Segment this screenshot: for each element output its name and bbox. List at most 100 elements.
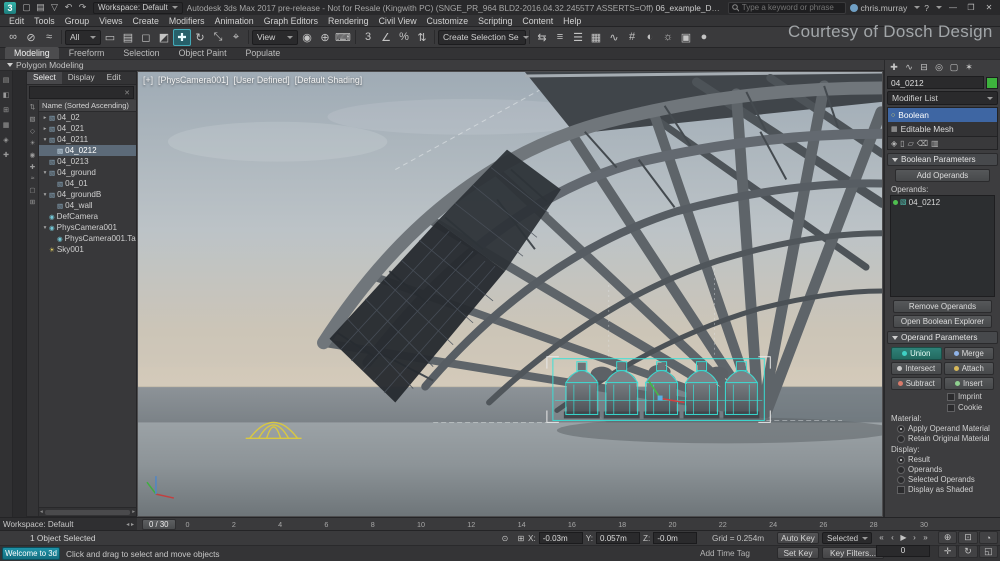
minimize-button[interactable]: — <box>946 3 960 12</box>
radio-icon[interactable] <box>897 425 905 433</box>
selection-lock-toggle-icon[interactable]: ⊙ <box>498 532 512 544</box>
key-filters-button[interactable]: Key Filters... <box>822 547 884 559</box>
bind-to-space-warp-icon[interactable]: ≈ <box>40 29 58 46</box>
radio-icon[interactable] <box>897 476 905 484</box>
save-icon[interactable]: ▽ <box>48 2 61 13</box>
object-name-field[interactable] <box>887 76 984 89</box>
scene-explorer-tab[interactable]: Edit <box>101 72 127 84</box>
open-boolean-explorer-button[interactable]: Open Boolean Explorer <box>893 315 992 328</box>
unlink-selection-icon[interactable]: ⊘ <box>22 29 40 46</box>
ribbon-tab[interactable]: Object Paint <box>170 47 236 59</box>
use-pivot-center-icon[interactable]: ◉ <box>298 29 316 46</box>
ribbon-panel-header[interactable]: Polygon Modeling <box>0 60 1000 71</box>
restore-button[interactable]: ❐ <box>964 3 978 12</box>
curve-editor-icon[interactable]: ∿ <box>605 29 623 46</box>
object-color-swatch[interactable] <box>986 77 998 89</box>
select-object-icon[interactable]: ▭ <box>101 29 119 46</box>
workspace-dropdown[interactable]: Workspace: Default <box>93 2 183 14</box>
go-to-start-icon[interactable]: « <box>876 531 887 544</box>
motion-tab-icon[interactable]: ◎ <box>932 62 946 73</box>
viewport-pov-menu[interactable]: [PhysCamera001] <box>158 75 228 85</box>
modify-tab-icon[interactable]: ∿ <box>902 62 916 73</box>
z-coordinate-field[interactable] <box>653 532 697 544</box>
modifier-list-dropdown[interactable]: Modifier List <box>887 91 998 105</box>
new-file-icon[interactable]: ▢ <box>20 2 33 13</box>
selection-filter-dropdown[interactable]: All <box>65 30 101 45</box>
rollout-boolean-parameters[interactable]: Boolean Parameters <box>887 153 998 166</box>
operand-mode-button[interactable]: Union <box>891 347 942 360</box>
scroll-left-icon[interactable]: ◂ <box>40 509 43 515</box>
se-display-groups-icon[interactable]: ▢ <box>29 186 35 194</box>
scene-explorer-search[interactable]: ✕ <box>29 86 134 99</box>
select-by-name-icon[interactable]: ▤ <box>119 29 137 46</box>
previous-frame-icon[interactable]: ‹ <box>887 531 898 544</box>
close-button[interactable]: ✕ <box>982 3 996 12</box>
scrollbar-thumb[interactable] <box>45 510 130 515</box>
scene-explorer-row[interactable]: ◉ PhysCamera001.Target <box>39 233 136 244</box>
zoom-extents-icon[interactable]: ⊡ <box>958 531 977 544</box>
scene-explorer-tab[interactable]: Select <box>27 72 62 84</box>
render-production-icon[interactable]: ● <box>695 29 713 46</box>
select-and-manipulate-icon[interactable]: ⊕ <box>316 29 334 46</box>
zoom-icon[interactable]: ⊕ <box>938 531 957 544</box>
remove-operands-button[interactable]: Remove Operands <box>893 300 992 313</box>
scroll-right-icon[interactable]: ▸ <box>132 509 135 515</box>
make-unique-icon[interactable]: ▱ <box>908 139 914 148</box>
display-as-shaded-checkbox[interactable] <box>897 486 905 494</box>
rendered-frame-icon[interactable]: ▣ <box>677 29 695 46</box>
display-as-shaded-option[interactable]: Display as Shaded <box>897 485 998 494</box>
schematic-view-icon[interactable]: # <box>623 29 641 46</box>
undo-icon[interactable]: ↶ <box>62 2 75 13</box>
expander-icon[interactable]: ▾ <box>41 225 49 231</box>
ribbon-toggle-icon[interactable]: ▦ <box>587 29 605 46</box>
imprint-option[interactable]: Imprint <box>947 392 994 401</box>
scene-explorer-search-input[interactable] <box>33 88 124 97</box>
radio-icon[interactable] <box>897 466 905 474</box>
remove-modifier-icon[interactable]: ⌫ <box>917 139 928 148</box>
material-option[interactable]: Retain Original Material <box>897 434 998 443</box>
set-key-button[interactable]: Set Key <box>777 547 819 559</box>
orbit-icon[interactable]: ↻ <box>958 545 977 558</box>
radio-icon[interactable] <box>897 456 905 464</box>
se-display-cameras-icon[interactable]: ◉ <box>30 151 36 159</box>
auto-key-button[interactable]: Auto Key <box>777 532 819 544</box>
scene-explorer-row[interactable]: ▧ 04_0212 <box>39 145 136 156</box>
scene-explorer-row[interactable]: ▧ 04_01 <box>39 178 136 189</box>
scene-explorer-row[interactable]: ▧ 04_wall <box>39 200 136 211</box>
y-coordinate-field[interactable] <box>596 532 640 544</box>
keyboard-override-icon[interactable]: ⌨ <box>334 29 352 46</box>
viewport[interactable]: [+][PhysCamera001][User Defined][Default… <box>137 71 883 517</box>
menu-item[interactable]: Graph Editors <box>259 16 323 26</box>
scene-explorer-row[interactable]: ▸ ▧ 04_021 <box>39 123 136 134</box>
snap-toggle-3d-icon[interactable]: 3 <box>359 29 377 46</box>
open-file-icon[interactable]: ▤ <box>34 2 47 13</box>
operand-entry[interactable]: ▧ 04_0212 <box>891 196 994 208</box>
go-to-end-icon[interactable]: » <box>920 531 931 544</box>
expander-icon[interactable]: ▾ <box>41 192 49 198</box>
menu-item[interactable]: Help <box>558 16 586 26</box>
scene-explorer-scrollbar[interactable]: ◂▸ <box>39 507 136 516</box>
named-selection-sets-dropdown[interactable]: Create Selection Se <box>438 30 526 45</box>
menu-item[interactable]: Modifiers <box>164 16 210 26</box>
modifier-state-icon[interactable]: ▦ <box>891 125 898 133</box>
percent-snap-icon[interactable]: % <box>395 29 413 46</box>
hierarchy-tab-icon[interactable]: ⊟ <box>917 62 931 73</box>
reference-coordinate-dropdown[interactable]: View <box>252 30 298 45</box>
clear-search-icon[interactable]: ✕ <box>124 89 130 97</box>
viewport-general-menu[interactable]: [+] <box>143 75 153 85</box>
user-account-menu[interactable]: chris.murray <box>850 3 921 13</box>
search-input[interactable] <box>742 3 842 12</box>
redo-icon[interactable]: ↷ <box>76 2 89 13</box>
select-and-place-icon[interactable]: ⌖ <box>227 29 245 46</box>
menu-item[interactable]: Civil View <box>374 16 422 26</box>
configure-modifier-sets-icon[interactable]: ▥ <box>931 139 939 148</box>
se-display-spacewarps-icon[interactable]: ≈ <box>31 175 35 182</box>
window-crossing-icon[interactable]: ◩ <box>155 29 173 46</box>
scene-explorer-row[interactable]: ▾ ▧ 04_groundB <box>39 189 136 200</box>
current-frame-field[interactable]: 0 <box>876 545 930 557</box>
menu-item[interactable]: Scripting <box>473 16 517 26</box>
operand-mode-button[interactable]: Merge <box>944 347 995 360</box>
display-option[interactable]: Selected Operands <box>897 475 998 484</box>
scene-explorer-row[interactable]: ▾ ▧ 04_0211 <box>39 134 136 145</box>
modifier-state-icon[interactable]: ○ <box>891 112 895 119</box>
